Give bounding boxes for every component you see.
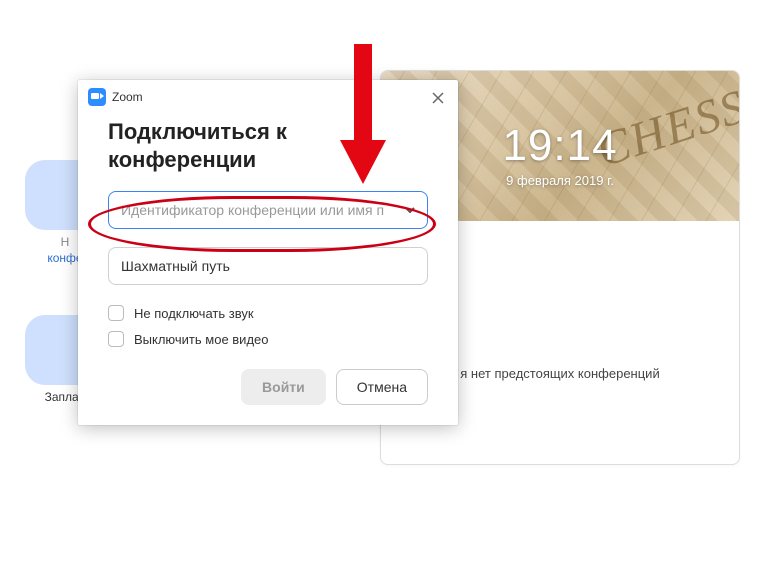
zoom-logo-icon xyxy=(88,88,106,106)
close-icon xyxy=(432,92,444,104)
join-button[interactable]: Войти xyxy=(241,369,326,405)
no-video-checkbox[interactable] xyxy=(108,331,124,347)
clock-date: 9 февраля 2019 г. xyxy=(502,173,617,188)
no-audio-checkbox[interactable] xyxy=(108,305,124,321)
cancel-button[interactable]: Отмена xyxy=(336,369,428,405)
display-name-input[interactable]: Шахматный путь xyxy=(108,247,428,285)
dialog-heading: Подключиться к конференции xyxy=(108,118,428,173)
join-button-label: Войти xyxy=(262,379,305,395)
clock-time: 19:14 xyxy=(502,121,617,171)
chevron-down-icon xyxy=(405,205,415,215)
display-name-value: Шахматный путь xyxy=(121,258,230,274)
cancel-button-label: Отмена xyxy=(357,379,407,395)
dialog-app-name: Zoom xyxy=(112,90,143,104)
meeting-id-placeholder: Идентификатор конференции или имя п xyxy=(121,202,405,218)
no-audio-label: Не подключать звук xyxy=(134,306,254,321)
join-dialog: Zoom Подключиться к конференции Идентифи… xyxy=(78,80,458,425)
meeting-id-input[interactable]: Идентификатор конференции или имя п xyxy=(108,191,428,229)
close-button[interactable] xyxy=(428,88,448,108)
no-video-label: Выключить мое видео xyxy=(134,332,269,347)
